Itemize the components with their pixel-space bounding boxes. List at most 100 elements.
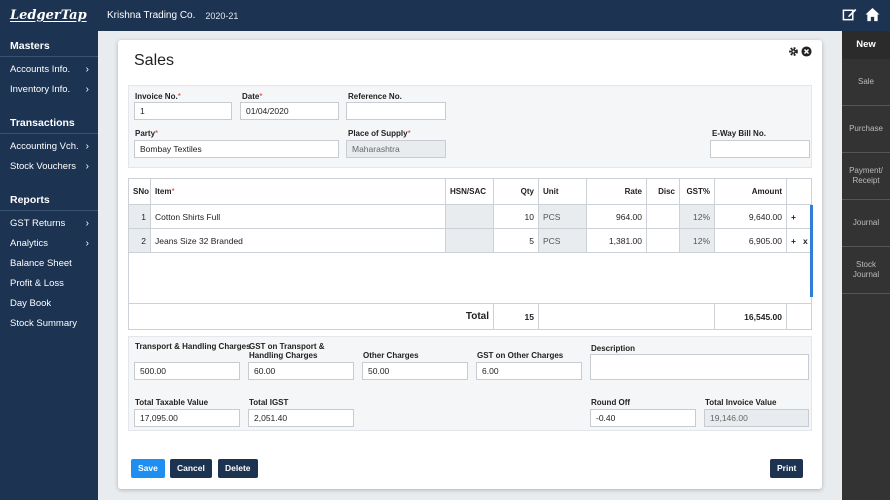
chevron-right-icon: ›: [85, 161, 89, 172]
party-label: Party*: [135, 129, 159, 138]
transport-input[interactable]: 500.00: [134, 362, 240, 380]
col-unit: Unit: [539, 179, 587, 204]
eway-bill-input[interactable]: [710, 140, 810, 158]
items-grid: SNo Item * HSN/SAC Qty Unit Rate Disc GST…: [128, 178, 813, 330]
sidebar-item-balance-sheet[interactable]: Balance Sheet: [0, 254, 98, 274]
gst-other-label: GST on Other Charges: [477, 351, 564, 360]
total-igst-input[interactable]: 2,051.40: [248, 409, 354, 427]
sidebar-item-inventory-info[interactable]: Inventory Info. ›: [0, 80, 98, 100]
sidebar: Masters Accounts Info. › Inventory Info. ›…: [0, 31, 98, 500]
place-of-supply-input[interactable]: Maharashtra: [346, 140, 446, 158]
sidebar-item-gst-returns[interactable]: GST Returns ›: [0, 214, 98, 234]
new-sale-button[interactable]: Sale: [842, 59, 890, 106]
row-amount: 6,905.00: [715, 229, 787, 252]
col-sno: SNo: [129, 179, 151, 204]
total-qty: 15: [494, 304, 539, 329]
new-stock-journal-button[interactable]: Stock Journal: [842, 247, 890, 294]
invoice-value-input[interactable]: 19,146.00: [704, 409, 809, 427]
sidebar-heading-transactions: Transactions: [0, 108, 98, 134]
col-item: Item *: [151, 179, 446, 204]
top-icons: [842, 7, 880, 22]
gear-icon[interactable]: [788, 46, 799, 57]
row-hsn: [446, 205, 494, 228]
date-input[interactable]: 01/04/2020: [240, 102, 339, 120]
col-disc: Disc: [647, 179, 680, 204]
row-gst: 12%: [680, 205, 715, 228]
new-journal-button[interactable]: Journal: [842, 200, 890, 247]
invoice-value-label: Total Invoice Value: [705, 398, 777, 407]
sidebar-item-stock-summary[interactable]: Stock Summary: [0, 314, 98, 334]
cancel-button[interactable]: Cancel: [170, 459, 212, 478]
grid-total-row: Total 15 16,545.00: [129, 303, 811, 329]
save-button[interactable]: Save: [131, 459, 165, 478]
other-charges-input[interactable]: 50.00: [362, 362, 468, 380]
sidebar-item-label: Accounting Vch.: [10, 141, 79, 152]
total-label: Total: [129, 304, 494, 329]
taxable-value-input[interactable]: 17,095.00: [134, 409, 240, 427]
sidebar-item-label: GST Returns: [10, 218, 66, 229]
sales-modal: Sales Invoice No.* 1 Date* 01/04/2020 Re…: [118, 40, 822, 489]
chevron-right-icon: ›: [85, 238, 89, 249]
sidebar-item-day-book[interactable]: Day Book: [0, 294, 98, 314]
table-row: 2 Jeans Size 32 Branded 5 PCS 1,381.00 1…: [129, 229, 811, 253]
edit-icon[interactable]: [842, 7, 857, 22]
new-voucher-panel: New Sale Purchase Payment/ Receipt Journ…: [842, 31, 890, 500]
sidebar-item-label: Inventory Info.: [10, 84, 71, 95]
invoice-no-label: Invoice No.*: [135, 92, 181, 101]
app-logo[interactable]: LedgerTap: [10, 8, 96, 23]
sidebar-item-analytics[interactable]: Analytics ›: [0, 234, 98, 254]
col-rate: Rate: [587, 179, 647, 204]
row-qty-input[interactable]: 10: [494, 205, 539, 228]
new-payment-receipt-button[interactable]: Payment/ Receipt: [842, 153, 890, 200]
sidebar-item-accounts-info[interactable]: Accounts Info. ›: [0, 60, 98, 80]
row-disc-input[interactable]: [647, 205, 680, 228]
print-button[interactable]: Print: [770, 459, 804, 478]
round-off-input[interactable]: -0.40: [590, 409, 696, 427]
delete-button[interactable]: Delete: [218, 459, 258, 478]
modal-tools: [788, 46, 812, 57]
new-purchase-button[interactable]: Purchase: [842, 106, 890, 153]
chevron-right-icon: ›: [85, 84, 89, 95]
row-gst: 12%: [680, 229, 715, 252]
row-sno: 1: [129, 205, 151, 228]
row-unit: PCS: [539, 229, 587, 252]
col-gst: GST%: [680, 179, 715, 204]
other-charges-label: Other Charges: [363, 351, 419, 360]
gst-transport-input[interactable]: 60.00: [248, 362, 354, 380]
place-of-supply-label: Place of Supply*: [348, 129, 411, 138]
sidebar-item-label: Accounts Info.: [10, 64, 71, 75]
row-add-remove-buttons[interactable]: + x: [787, 229, 811, 252]
grid-scrollbar[interactable]: [810, 205, 813, 297]
company-name: Krishna Trading Co.: [107, 10, 196, 21]
reference-no-input[interactable]: [346, 102, 446, 120]
col-amount: Amount: [715, 179, 787, 204]
total-igst-label: Total IGST: [249, 398, 289, 407]
row-qty-input[interactable]: 5: [494, 229, 539, 252]
row-rate-input[interactable]: 1,381.00: [587, 229, 647, 252]
gst-other-input[interactable]: 6.00: [476, 362, 582, 380]
grid-header-row: SNo Item * HSN/SAC Qty Unit Rate Disc GST…: [129, 179, 811, 205]
sidebar-item-profit-loss[interactable]: Profit & Loss: [0, 274, 98, 294]
row-add-button[interactable]: +: [787, 205, 811, 228]
eway-bill-label: E-Way Bill No.: [712, 129, 766, 138]
party-input[interactable]: Bombay Textiles: [134, 140, 339, 158]
description-label: Description: [591, 344, 636, 353]
row-item-input[interactable]: Cotton Shirts Full: [151, 205, 446, 228]
table-row: 1 Cotton Shirts Full 10 PCS 964.00 12% 9…: [129, 205, 811, 229]
row-item-input[interactable]: Jeans Size 32 Branded: [151, 229, 446, 252]
sidebar-heading-reports: Reports: [0, 185, 98, 211]
round-off-label: Round Off: [591, 398, 631, 407]
row-disc-input[interactable]: [647, 229, 680, 252]
sidebar-item-accounting-vch[interactable]: Accounting Vch. ›: [0, 137, 98, 157]
invoice-no-input[interactable]: 1: [134, 102, 232, 120]
sidebar-item-stock-vouchers[interactable]: Stock Vouchers ›: [0, 157, 98, 177]
close-icon[interactable]: [801, 46, 812, 57]
reference-no-label: Reference No.: [348, 92, 402, 101]
modal-title: Sales: [134, 52, 175, 69]
taxable-value-label: Total Taxable Value: [135, 398, 209, 407]
row-rate-input[interactable]: 964.00: [587, 205, 647, 228]
chevron-right-icon: ›: [85, 141, 89, 152]
home-icon[interactable]: [865, 7, 880, 22]
sidebar-heading-masters: Masters: [0, 31, 98, 57]
description-textarea[interactable]: [590, 354, 809, 380]
